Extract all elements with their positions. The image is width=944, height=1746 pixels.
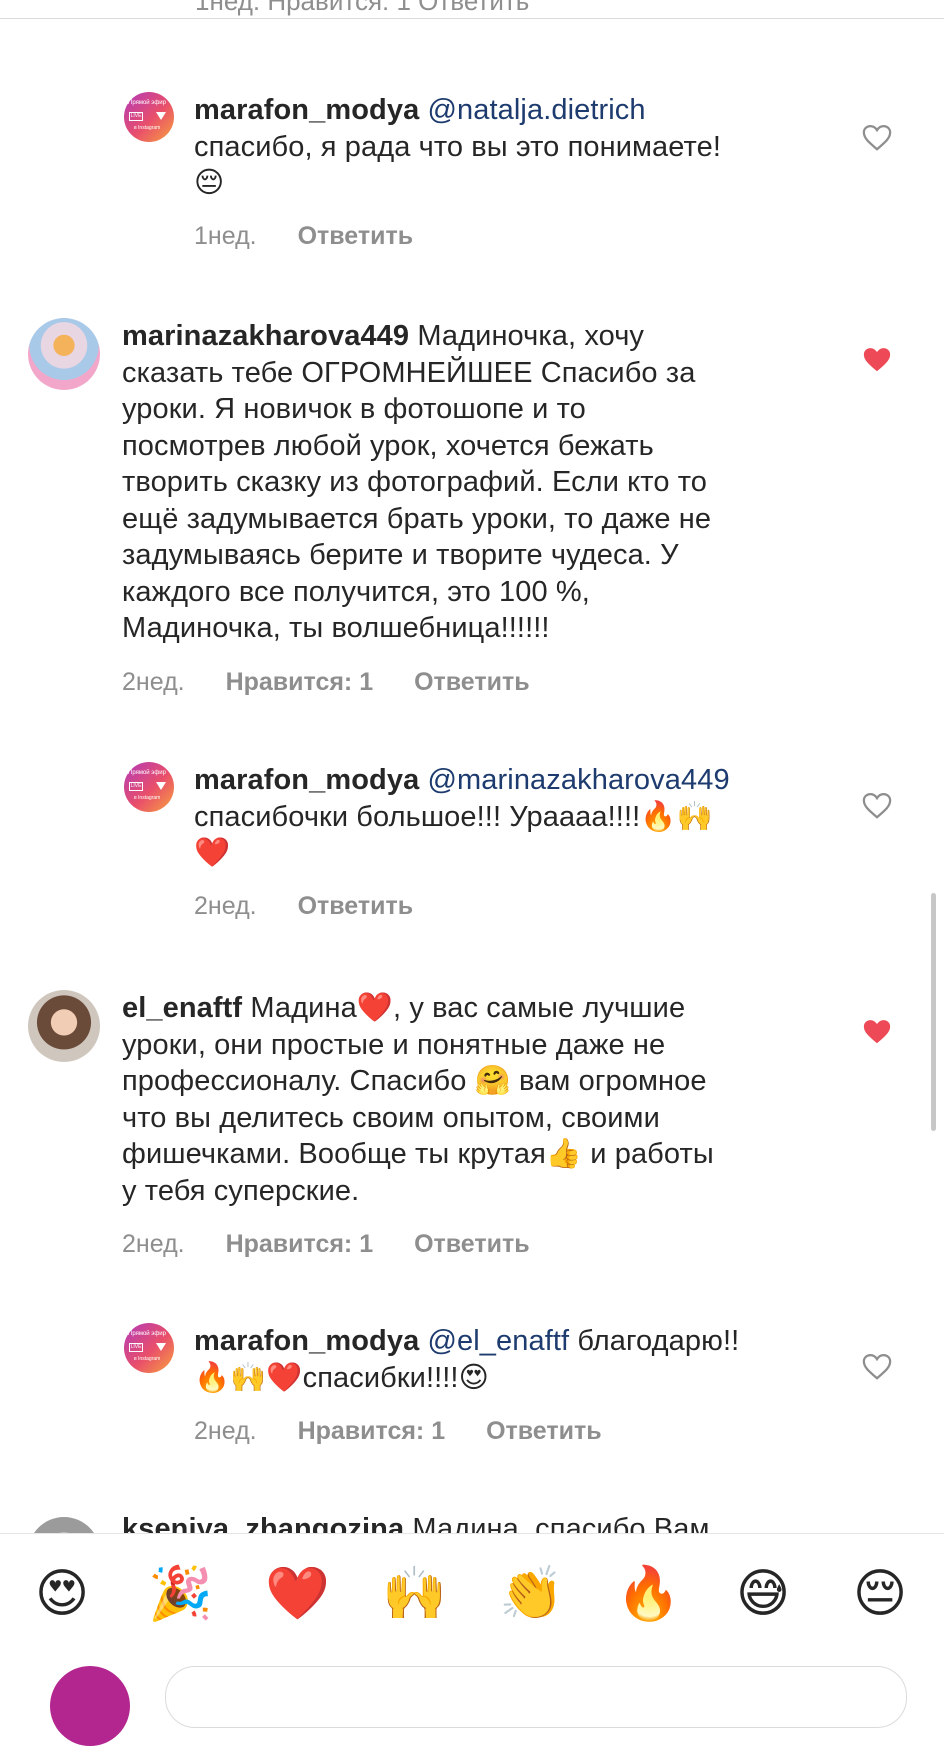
username-link[interactable]: el_enaftf — [122, 992, 242, 1024]
reply-button[interactable]: Ответить — [486, 1417, 602, 1445]
emoji-heart-button[interactable]: ❤️ — [265, 1564, 330, 1624]
comment-meta: 1нед. Ответить — [194, 222, 447, 251]
emoji-raised-hands-button[interactable]: 🙌 — [382, 1564, 447, 1624]
heart-filled-icon[interactable] — [862, 346, 892, 374]
emoji-sweat-smile-button[interactable]: 😅 — [733, 1564, 793, 1624]
mention-link[interactable]: @marinazakharova449 — [428, 764, 730, 796]
comment-text: marafon_modya @el_enaftf благодарю!! 🔥🙌❤… — [194, 1325, 740, 1394]
reply-button[interactable]: Ответить — [414, 668, 530, 696]
username-link[interactable]: marinazakharova449 — [122, 320, 409, 352]
reply-button[interactable]: Ответить — [414, 1230, 530, 1258]
comment-text: el_enaftf Мадина❤️, у вас самые лучшие у… — [122, 992, 714, 1207]
likes-count[interactable]: Нравится: 1 — [226, 668, 374, 696]
comment-4-partial: ksenjya_zhangozina Мадина, спасибо Вам — [0, 1505, 944, 1533]
partial-meta: 1нед. Нравится: 1 Ответить — [195, 0, 530, 16]
comment-text: marafon_modya @natalja.dietrich спасибо,… — [194, 92, 814, 202]
comment-time: 2нед. — [194, 892, 257, 920]
comment-meta: 2нед. Нравится: 1 Ответить — [122, 668, 564, 697]
emoji-fire-button[interactable]: 🔥 — [616, 1564, 681, 1624]
comment-input[interactable] — [165, 1666, 907, 1728]
username-link[interactable]: ksenjya_zhangozina — [122, 1513, 404, 1533]
comment-body: спасибо, я рада что вы это понимаете! — [194, 130, 721, 163]
emoji-pensive-button[interactable]: 😔 — [850, 1564, 910, 1624]
comment-time: 2нед. — [194, 1417, 257, 1445]
avatar[interactable] — [28, 1517, 100, 1533]
emoji-clap-button[interactable]: 👏 — [499, 1564, 564, 1624]
comment-meta: 2нед. Нравится: 1 Ответить — [122, 1230, 564, 1259]
avatar[interactable]: Прямой эфир LIVE в Instagram — [124, 92, 174, 142]
likes-count[interactable]: Нравится: 1 — [226, 1230, 374, 1258]
comment-emoji: ❤️ — [194, 837, 231, 869]
reply-button[interactable]: Ответить — [298, 892, 414, 920]
username-link[interactable]: marafon_modya — [194, 94, 419, 126]
username-link[interactable]: marafon_modya — [194, 1325, 419, 1357]
likes-count[interactable]: Нравится: 1 — [298, 1417, 446, 1445]
comment-text: marafon_modya @marinazakharova449 спасиб… — [194, 762, 814, 872]
comment-body: спасибочки большое!!! Ураааа!!!!🔥🙌 — [194, 800, 713, 833]
heart-filled-icon[interactable] — [862, 1018, 892, 1046]
avatar[interactable]: Прямой эфир LIVE в Instagram — [124, 762, 174, 812]
current-user-avatar — [50, 1666, 130, 1746]
comment-body: 🔥🙌❤️спасибки!!!!😍 — [194, 1361, 489, 1394]
mention-link[interactable]: @el_enaftf — [428, 1325, 570, 1357]
mention-link[interactable]: @natalja.dietrich — [428, 94, 646, 126]
comment-time: 1нед. — [194, 222, 257, 250]
comment-time: 2нед. — [122, 1230, 185, 1258]
comment-time: 2нед. — [122, 668, 185, 696]
emoji-reaction-bar: 😍 🎉 ❤️ 🙌 👏 🔥 😅 😔 — [0, 1533, 944, 1746]
avatar[interactable] — [28, 990, 100, 1062]
avatar[interactable]: Прямой эфир LIVE в Instagram — [124, 1323, 174, 1373]
comment-meta: 2нед. Нравится: 1 Ответить — [194, 1417, 636, 1446]
avatar[interactable] — [28, 318, 100, 390]
emoji-heart-eyes-button[interactable]: 😍 — [32, 1564, 92, 1624]
top-partial-row: 1нед. Нравится: 1 Ответить — [0, 0, 944, 19]
heart-outline-icon[interactable] — [862, 1353, 892, 1381]
comment-emoji: 😔 — [194, 167, 225, 199]
heart-outline-icon[interactable] — [862, 792, 892, 820]
comment-text: marinazakharova449 Мадиночка, хочу сказа… — [122, 320, 712, 644]
username-link[interactable]: marafon_modya — [194, 764, 419, 796]
comment-text: ksenjya_zhangozina Мадина, спасибо Вам — [122, 1511, 842, 1533]
emoji-party-button[interactable]: 🎉 — [148, 1564, 213, 1624]
comment-meta: 2нед. Ответить — [194, 892, 447, 921]
heart-outline-icon[interactable] — [862, 124, 892, 152]
scrollbar[interactable] — [931, 893, 936, 1131]
reply-button[interactable]: Ответить — [298, 222, 414, 250]
